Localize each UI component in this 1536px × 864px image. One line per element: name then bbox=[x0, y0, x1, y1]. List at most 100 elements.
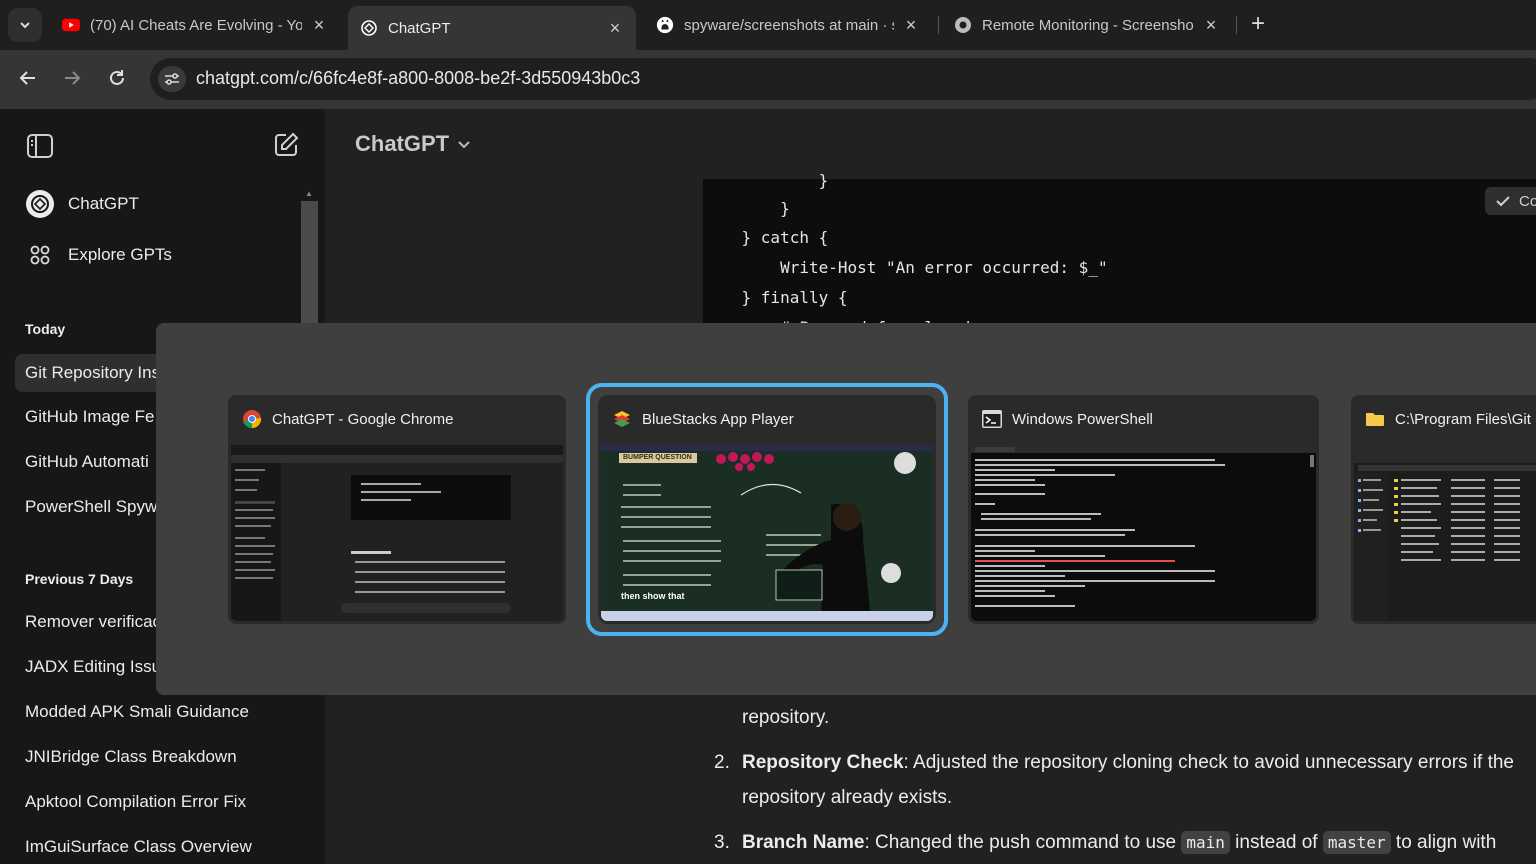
video-badge: BUMPER QUESTION bbox=[623, 454, 692, 461]
powershell-thumbnail-preview bbox=[971, 445, 1316, 607]
scroll-up-icon[interactable]: ▲ bbox=[305, 189, 313, 198]
window-card-header: Windows PowerShell bbox=[968, 395, 1319, 443]
tab-title: ChatGPT bbox=[388, 19, 451, 37]
list-item-text: instead of bbox=[1229, 832, 1323, 853]
conversation-item[interactable]: JNIBridge Class Breakdown bbox=[25, 747, 237, 767]
window-title: Windows PowerShell bbox=[1012, 410, 1153, 428]
tab-close-icon[interactable]: × bbox=[1202, 15, 1220, 36]
new-tab-button[interactable]: + bbox=[1245, 12, 1271, 38]
sidebar-toggle-button[interactable] bbox=[26, 133, 54, 164]
tab-youtube[interactable]: (70) AI Cheats Are Evolving - Yo × bbox=[50, 6, 340, 44]
window-card-file-explorer[interactable]: C:\Program Files\Git bbox=[1351, 395, 1536, 624]
bluestacks-icon bbox=[612, 409, 632, 429]
openai-icon bbox=[360, 19, 378, 37]
address-bar[interactable]: chatgpt.com/c/66fc4e8f-a800-8008-be2f-3d… bbox=[150, 58, 1536, 100]
chevron-down-icon bbox=[458, 141, 470, 149]
answer-line: repository. bbox=[742, 707, 830, 728]
grid-icon bbox=[25, 240, 55, 270]
conversation-item[interactable]: Remover verificac bbox=[25, 612, 161, 632]
window-card-bluestacks[interactable]: BlueStacks App Player BUMPER QUESTION th… bbox=[598, 395, 936, 624]
sidebar-item-label: ChatGPT bbox=[68, 194, 139, 213]
tab-close-icon[interactable]: × bbox=[606, 18, 624, 39]
tab-title: spyware/screenshots at main · s bbox=[684, 16, 894, 34]
window-card-powershell[interactable]: Windows PowerShell bbox=[968, 395, 1319, 624]
video-caption: then show that bbox=[621, 591, 685, 601]
list-item-title: Branch Name bbox=[742, 832, 865, 853]
window-card-chrome[interactable]: ChatGPT - Google Chrome bbox=[228, 395, 566, 624]
conversation-item[interactable]: ImGuiSurface Class Overview bbox=[25, 837, 252, 857]
task-switcher: ChatGPT - Google Chrome BlueStacks App P… bbox=[156, 323, 1536, 695]
window-thumbnail: BUMPER QUESTION then show that bbox=[601, 445, 933, 621]
list-item-text: : Adjusted the repository cloning check … bbox=[903, 752, 1514, 773]
window-card-header: BlueStacks App Player bbox=[598, 395, 936, 443]
tab-close-icon[interactable]: × bbox=[902, 15, 920, 36]
inline-code: main bbox=[1181, 831, 1230, 854]
inline-code: master bbox=[1322, 831, 1391, 854]
back-button[interactable] bbox=[13, 63, 43, 93]
list-item-text: : Changed the push command to use bbox=[864, 832, 1182, 853]
code-line: } bbox=[703, 171, 829, 190]
browser-toolbar: chatgpt.com/c/66fc4e8f-a800-8008-be2f-3d… bbox=[0, 50, 1536, 109]
tab-title: Remote Monitoring - Screensho bbox=[982, 16, 1194, 34]
window-title: ChatGPT - Google Chrome bbox=[272, 410, 454, 428]
code-line: Write-Host "An error occurred: $_" bbox=[703, 258, 1108, 277]
arrow-right-icon bbox=[65, 71, 81, 85]
list-item-text: to align with bbox=[1390, 832, 1497, 853]
scrollbar-thumb[interactable] bbox=[301, 201, 318, 331]
section-heading-previous: Previous 7 Days bbox=[25, 571, 134, 587]
code-line: } finally { bbox=[703, 288, 848, 307]
new-chat-button[interactable] bbox=[272, 131, 300, 164]
youtube-icon bbox=[62, 16, 80, 34]
list-item-title: Repository Check bbox=[742, 752, 904, 773]
window-thumbnail bbox=[231, 445, 563, 621]
tab-separator bbox=[938, 16, 939, 34]
tab-close-icon[interactable]: × bbox=[310, 15, 328, 36]
model-selector[interactable]: ChatGPT bbox=[355, 131, 471, 157]
list-item-branch-name: Branch Name: Changed the push command to… bbox=[742, 831, 1497, 854]
list-number: 3. bbox=[714, 832, 730, 853]
conversation-item[interactable]: GitHub Automati bbox=[25, 452, 149, 472]
list-number: 2. bbox=[714, 752, 730, 773]
globe-icon bbox=[954, 16, 972, 34]
chevron-down-icon bbox=[20, 22, 30, 29]
copy-code-button[interactable]: Co bbox=[1485, 187, 1536, 215]
folder-icon bbox=[1365, 409, 1385, 429]
reload-button[interactable] bbox=[102, 63, 132, 93]
window-card-header: C:\Program Files\Git bbox=[1351, 395, 1536, 443]
window-card-header: ChatGPT - Google Chrome bbox=[228, 395, 566, 443]
window-thumbnail bbox=[971, 445, 1316, 621]
answer-line: repository already exists. bbox=[742, 787, 953, 808]
conversation-item[interactable]: GitHub Image Fe bbox=[25, 407, 154, 427]
forward-button[interactable] bbox=[57, 63, 87, 93]
sidebar-item-chatgpt[interactable]: ChatGPT bbox=[25, 189, 139, 219]
sidebar-item-label: Explore GPTs bbox=[68, 245, 172, 264]
tab-separator bbox=[1236, 16, 1237, 34]
window-title: BlueStacks App Player bbox=[642, 410, 794, 428]
openai-icon bbox=[25, 189, 55, 219]
sidebar-item-explore-gpts[interactable]: Explore GPTs bbox=[25, 240, 172, 270]
copy-label: Co bbox=[1519, 192, 1536, 210]
tab-title: (70) AI Cheats Are Evolving - Yo bbox=[90, 16, 302, 34]
tab-github[interactable]: spyware/screenshots at main · s × bbox=[644, 6, 932, 44]
section-heading-today: Today bbox=[25, 321, 66, 337]
conversation-item[interactable]: Apktool Compilation Error Fix bbox=[25, 792, 246, 812]
window-title: C:\Program Files\Git bbox=[1395, 410, 1531, 428]
github-icon bbox=[656, 16, 674, 34]
tab-remote-monitoring[interactable]: Remote Monitoring - Screensho × bbox=[942, 6, 1232, 44]
check-icon bbox=[1496, 196, 1510, 207]
code-block: } } } catch { Write-Host "An error occur… bbox=[703, 171, 1536, 339]
reload-icon bbox=[110, 70, 124, 85]
window-thumbnail bbox=[1354, 445, 1536, 621]
tab-chatgpt[interactable]: ChatGPT × bbox=[348, 6, 636, 50]
url-text: chatgpt.com/c/66fc4e8f-a800-8008-be2f-3d… bbox=[196, 68, 641, 88]
conversation-item[interactable]: JADX Editing Issu bbox=[25, 657, 161, 677]
code-line: } catch { bbox=[703, 228, 829, 247]
conversation-item[interactable]: Modded APK Smali Guidance bbox=[25, 702, 249, 722]
conversation-item[interactable]: PowerShell Spyw bbox=[25, 497, 157, 517]
tab-search-button[interactable] bbox=[8, 8, 42, 42]
arrow-left-icon bbox=[19, 71, 35, 85]
sidebar-icon bbox=[27, 134, 53, 158]
powershell-icon bbox=[982, 409, 1002, 429]
browser-tab-strip: (70) AI Cheats Are Evolving - Yo × ChatG… bbox=[0, 0, 1536, 50]
site-info-icon[interactable] bbox=[158, 66, 186, 92]
